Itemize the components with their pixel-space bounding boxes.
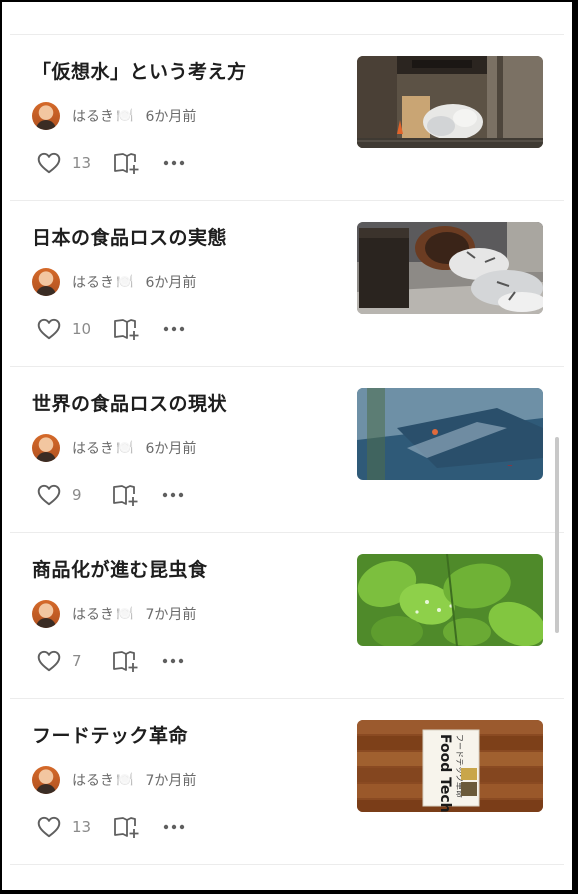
article-thumbnail[interactable] (357, 56, 543, 148)
add-to-magazine-icon (112, 649, 140, 673)
like-count: 13 (72, 818, 92, 836)
like-button[interactable]: 9 (36, 482, 90, 508)
article-list-window: 「仮想水」という考え方 はるき 🍽️ 6か月前 13 日本の食品ロスの実態 はる… (2, 2, 572, 890)
avatar[interactable] (32, 434, 60, 462)
article-card[interactable]: 日本の食品ロスの実態 はるき 🍽️ 6か月前 10 (10, 202, 564, 368)
byline: はるき 🍽️ 7か月前 (32, 765, 196, 795)
add-to-magazine-icon (113, 815, 141, 839)
divider (10, 698, 564, 699)
avatar[interactable] (32, 102, 60, 130)
heart-icon (36, 648, 62, 674)
add-to-magazine-icon (113, 151, 141, 175)
article-card[interactable]: フードテック革命 はるき 🍽️ 7か月前 13 Food Tech フードテック… (10, 700, 564, 866)
avatar[interactable] (32, 600, 60, 628)
scrollbar-thumb[interactable] (555, 437, 559, 633)
post-date: 6か月前 (145, 275, 197, 291)
plate-emoji: 🍽️ (116, 274, 134, 290)
article-thumbnail[interactable]: ~ (357, 388, 543, 480)
action-bar: 13 (36, 150, 185, 176)
add-to-magazine-button[interactable] (112, 483, 140, 507)
article-title[interactable]: 商品化が進む昆虫食 (32, 555, 208, 582)
heart-icon (36, 482, 62, 508)
like-count: 9 (72, 486, 82, 504)
svg-text:~: ~ (507, 462, 513, 470)
byline: はるき 🍽️ 7か月前 (32, 599, 196, 629)
byline: はるき 🍽️ 6か月前 (32, 101, 196, 131)
like-button[interactable]: 10 (36, 316, 91, 342)
more-dots-icon (163, 160, 185, 166)
plate-emoji: 🍽️ (116, 108, 134, 124)
byline: はるき 🍽️ 6か月前 (32, 267, 196, 297)
more-dots-icon (162, 492, 184, 498)
like-button[interactable]: 13 (36, 814, 91, 840)
article-card[interactable]: 商品化が進む昆虫食 はるき 🍽️ 7か月前 7 (10, 534, 564, 700)
more-options-button[interactable] (162, 658, 184, 664)
plate-emoji: 🍽️ (116, 440, 134, 456)
article-card[interactable]: 世界の食品ロスの現状 はるき 🍽️ 6か月前 9 ~ (10, 368, 564, 534)
add-to-magazine-button[interactable] (113, 815, 141, 839)
more-options-button[interactable] (163, 326, 185, 332)
like-button[interactable]: 7 (36, 648, 90, 674)
article-title[interactable]: 世界の食品ロスの現状 (32, 389, 227, 416)
divider (10, 366, 564, 367)
article-title[interactable]: 日本の食品ロスの実態 (32, 223, 227, 250)
more-options-button[interactable] (162, 492, 184, 498)
heart-icon (36, 814, 62, 840)
more-options-button[interactable] (163, 824, 185, 830)
divider (10, 532, 564, 533)
book-cover-text-en: Food Tech (437, 734, 453, 812)
divider (10, 200, 564, 201)
author-name[interactable]: はるき (72, 438, 114, 458)
like-count: 7 (72, 652, 82, 670)
action-bar: 9 (36, 482, 184, 508)
author-name[interactable]: はるき (72, 106, 114, 126)
post-date: 7か月前 (145, 607, 197, 623)
article-thumbnail[interactable] (357, 222, 543, 314)
article-title[interactable]: フードテック革命 (32, 721, 188, 748)
avatar[interactable] (32, 766, 60, 794)
more-options-button[interactable] (163, 160, 185, 166)
article-thumbnail[interactable] (357, 554, 543, 646)
author-name[interactable]: はるき (72, 604, 114, 624)
post-date: 6か月前 (145, 109, 197, 125)
divider (10, 34, 564, 35)
add-to-magazine-icon (112, 483, 140, 507)
more-dots-icon (162, 658, 184, 664)
more-dots-icon (163, 326, 185, 332)
more-dots-icon (163, 824, 185, 830)
author-name[interactable]: はるき (72, 272, 114, 292)
plate-emoji: 🍽️ (116, 772, 134, 788)
article-thumbnail[interactable]: Food Tech フードテック革命 (357, 720, 543, 812)
divider (10, 864, 564, 865)
byline: はるき 🍽️ 6か月前 (32, 433, 196, 463)
add-to-magazine-button[interactable] (113, 317, 141, 341)
action-bar: 10 (36, 316, 185, 342)
add-to-magazine-button[interactable] (113, 151, 141, 175)
action-bar: 13 (36, 814, 185, 840)
like-button[interactable]: 13 (36, 150, 91, 176)
avatar[interactable] (32, 268, 60, 296)
action-bar: 7 (36, 648, 184, 674)
like-count: 10 (72, 320, 92, 338)
article-title[interactable]: 「仮想水」という考え方 (32, 57, 247, 84)
add-to-magazine-icon (113, 317, 141, 341)
post-date: 7か月前 (145, 773, 197, 789)
heart-icon (36, 150, 62, 176)
plate-emoji: 🍽️ (116, 606, 134, 622)
like-count: 13 (72, 154, 92, 172)
article-card[interactable]: 「仮想水」という考え方 はるき 🍽️ 6か月前 13 (10, 36, 564, 202)
post-date: 6か月前 (145, 441, 197, 457)
author-name[interactable]: はるき (72, 770, 114, 790)
add-to-magazine-button[interactable] (112, 649, 140, 673)
heart-icon (36, 316, 62, 342)
